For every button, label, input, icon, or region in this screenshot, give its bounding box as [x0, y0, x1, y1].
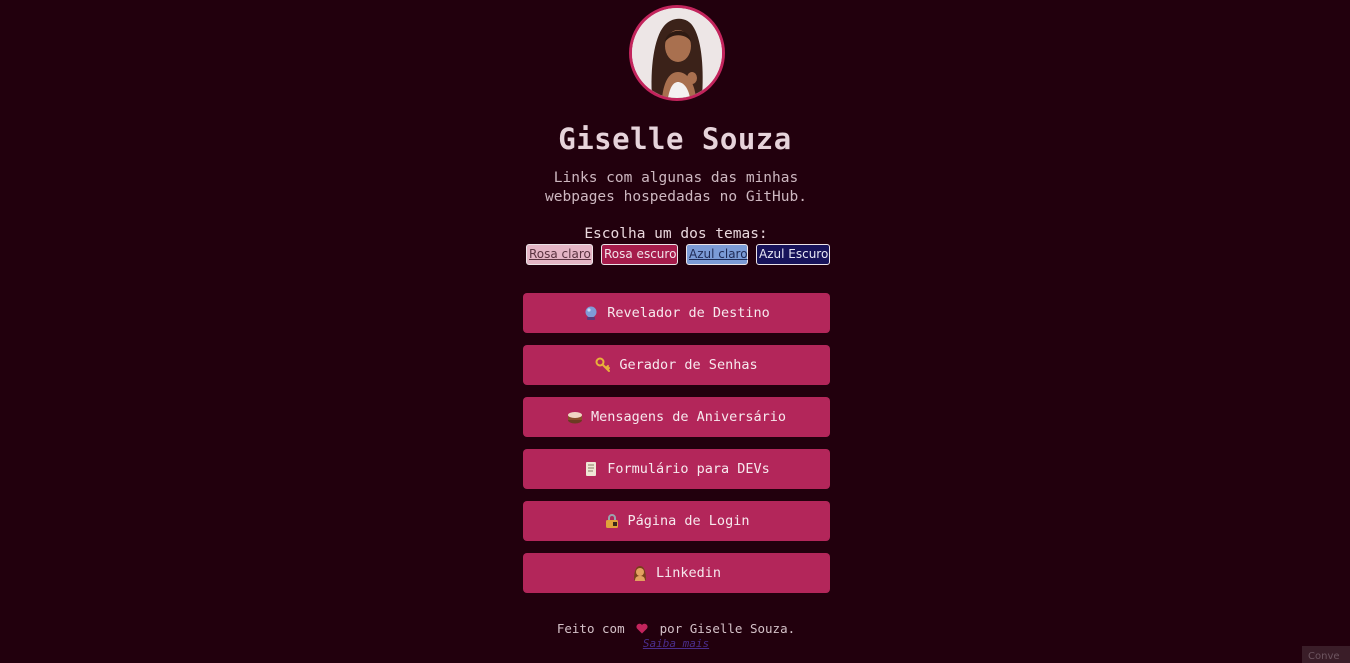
link-gerador-de-senhas[interactable]: Gerador de Senhas: [523, 345, 830, 385]
link-label: Gerador de Senhas: [619, 357, 758, 373]
lock-icon: [604, 513, 620, 529]
woman-icon: [632, 565, 648, 581]
link-label: Linkedin: [655, 565, 722, 581]
key-icon: [595, 357, 611, 373]
footer-suffix: por Giselle Souza.: [659, 621, 796, 636]
footer-prefix: Feito com: [556, 621, 625, 636]
link-mensagens-de-aniversario[interactable]: Mensagens de Aniversário: [523, 397, 830, 437]
footer-credit: Feito com por Giselle Souza.: [0, 621, 1350, 636]
heart-icon: [636, 622, 648, 634]
profile-subtitle: Links com algunas das minhas webpages ho…: [545, 170, 807, 205]
profile-name: Giselle Souza: [558, 122, 792, 156]
link-linkedin[interactable]: Linkedin: [523, 553, 830, 593]
link-label: Revelador de Destino: [607, 305, 770, 321]
cake-icon: [567, 409, 583, 425]
page: Giselle Souza Links com algunas das minh…: [0, 0, 1350, 663]
link-label: Formulário para DEVs: [607, 461, 770, 477]
profile-avatar: [629, 5, 725, 101]
link-pagina-de-login[interactable]: Página de Login: [523, 501, 830, 541]
link-formulario-para-devs[interactable]: Formulário para DEVs: [523, 449, 830, 489]
crystal-ball-icon: [583, 305, 599, 321]
corner-button[interactable]: Conve: [1302, 646, 1350, 663]
theme-button-azul-escuro[interactable]: Azul Escuro: [756, 244, 830, 265]
theme-selector: Rosa claro Rosa escuro Azul claro Azul E…: [526, 244, 830, 265]
link-label: Página de Login: [627, 513, 750, 529]
link-list: Revelador de Destino Gerador de Senhas M…: [523, 293, 830, 605]
link-label: Mensagens de Aniversário: [590, 409, 787, 425]
theme-button-rosa-escuro[interactable]: Rosa escuro: [601, 244, 678, 265]
theme-label: Escolha um dos temas:: [584, 226, 768, 242]
saiba-mais-link[interactable]: Saiba mais: [0, 637, 1350, 650]
theme-button-rosa-claro[interactable]: Rosa claro: [526, 244, 593, 265]
scroll-icon: [583, 461, 599, 477]
theme-button-azul-claro[interactable]: Azul claro: [686, 244, 748, 265]
link-revelador-de-destino[interactable]: Revelador de Destino: [523, 293, 830, 333]
avatar-image: [632, 8, 722, 98]
